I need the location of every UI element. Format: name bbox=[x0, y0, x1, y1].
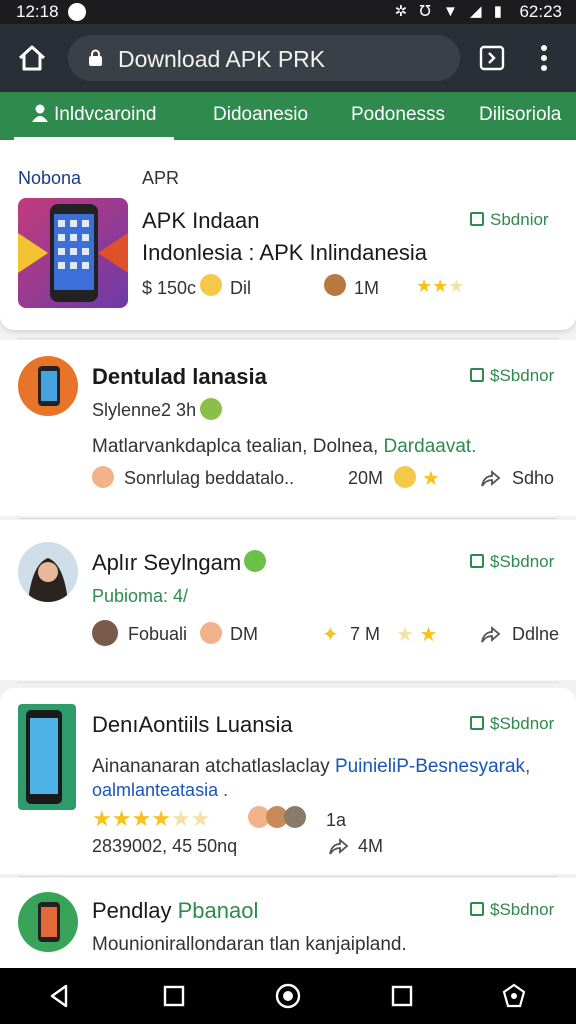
divider bbox=[18, 876, 558, 877]
emoji-face-icon bbox=[244, 550, 266, 573]
share-icon[interactable] bbox=[480, 626, 500, 644]
emoji-face-icon bbox=[200, 622, 222, 645]
featured-subtitle: Indonlesia : APK Inlindanesia bbox=[142, 240, 427, 265]
tab-label: Dilisoriola bbox=[479, 104, 562, 125]
bag-icon bbox=[470, 368, 484, 382]
status-icons: ✲ ℧ ▼ ◢ ▮ bbox=[394, 3, 506, 20]
back-icon[interactable] bbox=[46, 982, 74, 1010]
app-icon bbox=[18, 356, 78, 416]
featured-price: $ 150c bbox=[142, 278, 197, 298]
list-item[interactable]: Aplır Seylngam $Sbdnor Pubioma: 4/ Fobua… bbox=[0, 520, 576, 680]
item-title[interactable]: Pendlay Pbanaol bbox=[92, 898, 258, 924]
phone-icon bbox=[18, 204, 128, 302]
featured-card[interactable]: Nobona APR APK Indaan Indonlesia : APK I… bbox=[0, 140, 576, 330]
tab-label: Inldvcaroind bbox=[54, 104, 157, 125]
status-badge: $Sbdnor bbox=[470, 714, 554, 734]
item-description: Matlarvankdaplca tealian, Dolnea, Dardaa… bbox=[92, 436, 477, 457]
divider bbox=[18, 518, 558, 519]
accessibility-icon[interactable] bbox=[500, 982, 528, 1010]
status-time: 12:18 bbox=[16, 2, 59, 21]
bag-icon bbox=[470, 212, 484, 226]
status-badge: Sbdnior bbox=[470, 210, 549, 230]
tab-switcher-icon[interactable] bbox=[478, 44, 506, 72]
home-icon[interactable] bbox=[14, 40, 50, 76]
item-downloads: 20M bbox=[348, 468, 384, 488]
item-meta: Sonrlulag beddatalo.. bbox=[124, 468, 295, 488]
item-downloads: 7 M bbox=[350, 624, 381, 644]
item-meta: Slylenne2 3h bbox=[92, 400, 197, 420]
list-item[interactable]: Dentulad lanasia $Sbdnor Slylenne2 3h Ma… bbox=[0, 340, 576, 516]
category-tabs: Inldvcaroind Didoanesio Podonesss Diliso… bbox=[0, 92, 576, 140]
item-description: Ainananaran atchatlaslaclay PuinieliP-Be… bbox=[92, 756, 531, 777]
reviewer-avatars bbox=[248, 806, 306, 829]
avatar-small bbox=[92, 620, 118, 646]
emoji-face-icon bbox=[92, 466, 114, 489]
item-title[interactable]: Dentulad lanasia bbox=[92, 364, 267, 390]
featured-meta: Dil bbox=[230, 278, 251, 298]
avatar bbox=[18, 542, 78, 602]
section-label-right: APR bbox=[142, 168, 180, 188]
app-thumbnail bbox=[18, 704, 76, 810]
item-meta: Fobuali bbox=[128, 624, 188, 644]
rating-stars: ★★★★★★ bbox=[92, 806, 211, 831]
share-label[interactable]: Ddlne bbox=[512, 624, 559, 645]
tab-1[interactable]: Didoanesio bbox=[213, 92, 308, 140]
star-icon: ★ bbox=[422, 468, 440, 490]
monkey-icon bbox=[324, 274, 346, 297]
status-badge: $Sbdnor bbox=[470, 366, 554, 386]
item-downloads: 4M bbox=[358, 836, 384, 856]
rating-stars: ★ ★ bbox=[396, 624, 438, 646]
app-icon bbox=[18, 892, 78, 952]
divider bbox=[18, 338, 558, 339]
tab-0[interactable]: Inldvcaroind bbox=[14, 92, 174, 140]
bag-icon bbox=[470, 902, 484, 916]
lock-icon bbox=[89, 49, 102, 66]
address-bar[interactable]: Download APK PRK bbox=[68, 35, 460, 81]
item-meta: 2839002, 45 50nq bbox=[92, 836, 238, 856]
item-description: Mounionirallondaran tlan kanjaipland. bbox=[92, 934, 407, 955]
recents-icon[interactable] bbox=[388, 982, 416, 1010]
emoji-face-icon bbox=[200, 398, 222, 421]
divider bbox=[18, 682, 558, 683]
featured-title[interactable]: APK Indaan bbox=[142, 208, 259, 234]
url-text: Download APK PRK bbox=[118, 46, 326, 72]
square-icon[interactable] bbox=[160, 982, 188, 1010]
section-label: Nobona bbox=[18, 168, 82, 188]
app-thumbnail bbox=[18, 198, 128, 308]
tab-label: Didoanesio bbox=[213, 104, 309, 125]
item-title[interactable]: DenıAontiils Luansia bbox=[92, 712, 293, 738]
status-badge: $Sbdnor bbox=[470, 552, 554, 572]
share-icon[interactable] bbox=[480, 470, 500, 488]
status-clock-right: 62:23 bbox=[519, 2, 562, 21]
tab-label: Podonesss bbox=[351, 104, 446, 125]
emoji-face-icon bbox=[200, 274, 222, 297]
overflow-menu-icon[interactable] bbox=[532, 42, 556, 74]
share-label[interactable]: Sdho bbox=[512, 468, 554, 489]
bag-icon bbox=[470, 554, 484, 568]
browser-toolbar: Download APK PRK bbox=[0, 24, 576, 92]
rating-stars: ★★★ bbox=[416, 276, 465, 296]
list-item[interactable]: Pendlay Pbanaol $Sbdnor Mounionirallonda… bbox=[0, 878, 576, 968]
review-count: 1a bbox=[326, 810, 347, 830]
bag-icon bbox=[470, 716, 484, 730]
tab-3[interactable]: Dilisoriola bbox=[479, 92, 561, 140]
home-circle-icon[interactable] bbox=[274, 982, 302, 1010]
item-description-2: oalmlanteatasia . bbox=[92, 780, 229, 800]
list-item[interactable]: DenıAontiils Luansia $Sbdnor Ainananaran… bbox=[0, 688, 576, 874]
tab-2[interactable]: Podonesss bbox=[351, 92, 445, 140]
share-icon[interactable] bbox=[328, 838, 348, 856]
item-title[interactable]: Aplır Seylngam bbox=[92, 550, 241, 576]
item-meta: Pubioma: 4/ bbox=[92, 586, 189, 606]
item-meta: DM bbox=[230, 624, 258, 644]
person-icon bbox=[32, 104, 48, 122]
status-bar: 12:18 ✲ ℧ ▼ ◢ ▮ 62:23 bbox=[0, 0, 576, 24]
system-nav-bar bbox=[0, 968, 576, 1024]
status-badge: $Sbdnor bbox=[470, 900, 554, 920]
sparkle-icon: ✦ bbox=[322, 624, 339, 646]
notification-app-icon bbox=[68, 3, 86, 21]
emoji-face-icon bbox=[394, 466, 416, 489]
featured-downloads: 1M bbox=[354, 278, 380, 298]
